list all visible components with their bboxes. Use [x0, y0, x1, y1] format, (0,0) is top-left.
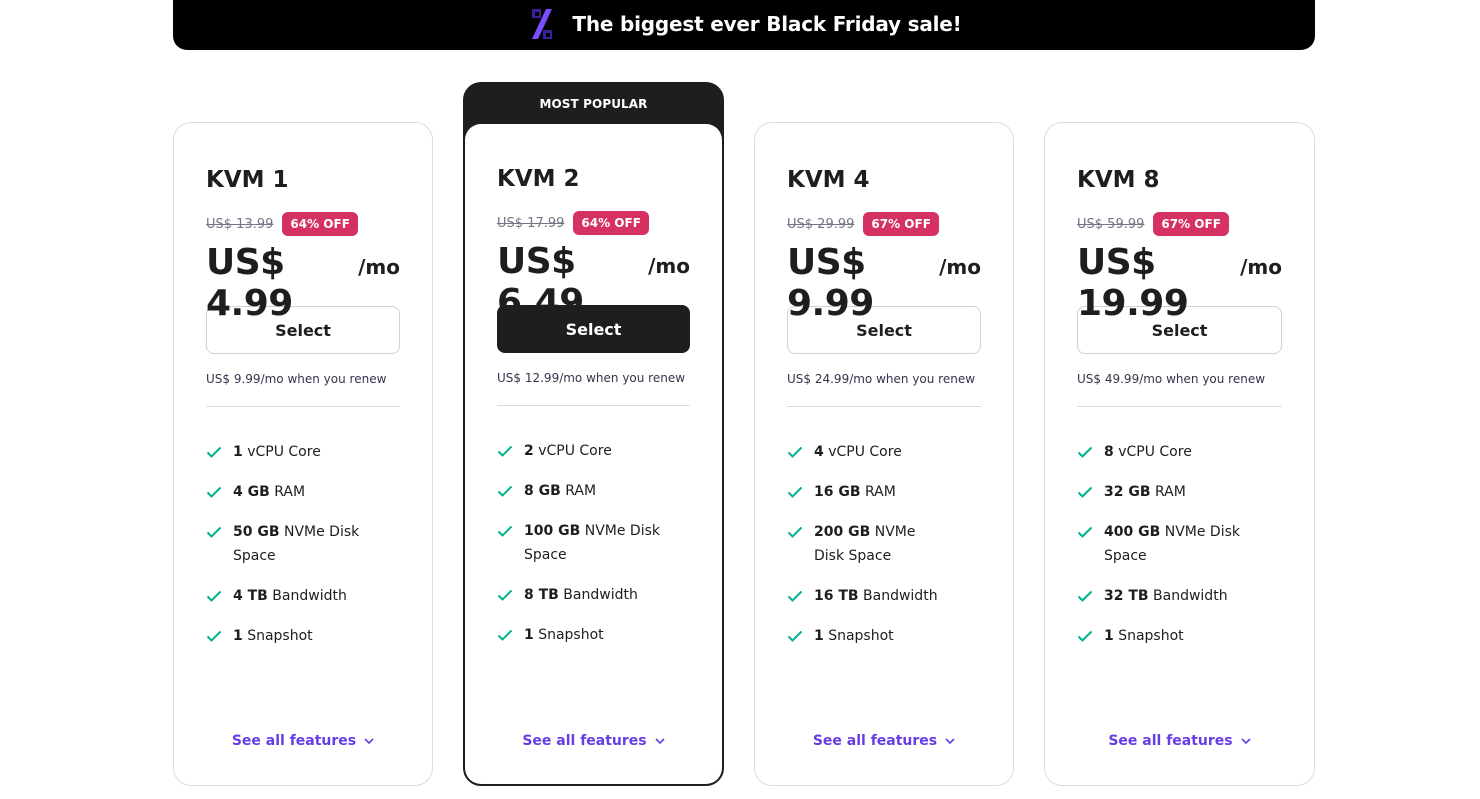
feature-item: 200 GB NVMe Disk Space [787, 520, 947, 568]
feature-item: 2 vCPU Core [497, 439, 690, 463]
plan-card-kvm-2: MOST POPULAR KVM 2 US$ 17.99 64% OFF US$… [463, 82, 724, 786]
chevron-down-icon [364, 738, 374, 744]
plan-card-kvm-4: KVM 4 US$ 29.99 67% OFF US$ 9.99 /mo Sel… [754, 122, 1014, 786]
plan-card-kvm-1: KVM 1 US$ 13.99 64% OFF US$ 4.99 /mo Sel… [173, 122, 433, 786]
price-period: /mo [648, 254, 690, 278]
check-icon [206, 584, 225, 608]
discount-badge: 64% OFF [573, 211, 649, 235]
check-icon [787, 584, 806, 608]
discount-badge: 67% OFF [863, 212, 939, 236]
feature-item: 8 TB Bandwidth [497, 583, 690, 607]
check-icon [206, 480, 225, 504]
discount-badge: 67% OFF [1153, 212, 1229, 236]
check-icon [206, 440, 225, 464]
check-icon [497, 479, 516, 503]
see-all-features-link[interactable]: See all features [755, 733, 1013, 749]
check-icon [787, 480, 806, 504]
feature-item: 1 vCPU Core [206, 440, 400, 464]
check-icon [1077, 440, 1096, 464]
see-all-label: See all features [1108, 733, 1233, 749]
check-icon [1077, 584, 1096, 608]
renew-price: US$ 9.99/mo when you renew [206, 372, 387, 386]
plan-price: US$ 9.99 [787, 242, 874, 324]
plan-card-kvm-8: KVM 8 US$ 59.99 67% OFF US$ 19.99 /mo Se… [1044, 122, 1315, 786]
check-icon [787, 624, 806, 648]
divider [1077, 406, 1282, 407]
discount-badge: 64% OFF [282, 212, 358, 236]
divider [787, 406, 981, 407]
plan-name: KVM 8 [1077, 167, 1160, 193]
check-icon [206, 624, 225, 648]
renew-price: US$ 24.99/mo when you renew [787, 372, 976, 386]
plan-price: US$ 6.49 [497, 241, 584, 323]
price-period: /mo [1240, 255, 1282, 279]
chevron-down-icon [655, 738, 665, 744]
feature-item: 4 vCPU Core [787, 440, 947, 464]
feature-list: 2 vCPU Core 8 GB RAM 100 GB NVMe Disk Sp… [497, 439, 690, 647]
feature-item: 32 GB RAM [1077, 480, 1282, 504]
renew-price: US$ 12.99/mo when you renew [497, 371, 686, 385]
plan-name: KVM 1 [206, 167, 289, 193]
feature-item: 4 TB Bandwidth [206, 584, 400, 608]
black-friday-banner: The biggest ever Black Friday sale! [173, 0, 1315, 50]
check-icon [497, 623, 516, 647]
feature-item: 50 GB NVMe Disk Space [206, 520, 400, 568]
feature-item: 16 TB Bandwidth [787, 584, 947, 608]
feature-item: 100 GB NVMe Disk Space [497, 519, 690, 567]
feature-list: 8 vCPU Core 32 GB RAM 400 GB NVMe Disk S… [1077, 440, 1282, 648]
divider [206, 406, 400, 407]
see-all-features-link[interactable]: See all features [465, 733, 722, 749]
see-all-label: See all features [231, 733, 357, 749]
chevron-down-icon [945, 738, 955, 744]
old-price: US$ 17.99 [497, 215, 565, 231]
feature-item: 4 GB RAM [206, 480, 400, 504]
check-icon [1077, 624, 1096, 648]
feature-list: 1 vCPU Core 4 GB RAM 50 GB NVMe Disk Spa… [206, 440, 400, 648]
check-icon [497, 583, 516, 607]
old-price: US$ 13.99 [206, 216, 274, 232]
feature-item: 400 GB NVMe Disk Space [1077, 520, 1282, 568]
feature-list: 4 vCPU Core 16 GB RAM 200 GB NVMe Disk S… [787, 440, 947, 648]
see-all-features-link[interactable]: See all features [174, 733, 432, 749]
check-icon [787, 520, 806, 544]
feature-item: 32 TB Bandwidth [1077, 584, 1282, 608]
renew-price: US$ 49.99/mo when you renew [1077, 372, 1266, 386]
price-period: /mo [939, 255, 981, 279]
check-icon [787, 440, 806, 464]
banner-text: The biggest ever Black Friday sale! [572, 12, 962, 36]
plan-name: KVM 4 [787, 167, 870, 193]
chevron-down-icon [1241, 738, 1251, 744]
feature-item: 1 Snapshot [787, 624, 947, 648]
check-icon [1077, 480, 1096, 504]
feature-item: 1 Snapshot [1077, 624, 1282, 648]
divider [497, 405, 690, 406]
see-all-label: See all features [812, 733, 938, 749]
plan-name: KVM 2 [497, 166, 580, 192]
feature-item: 1 Snapshot [497, 623, 690, 647]
price-period: /mo [358, 255, 400, 279]
check-icon [206, 520, 225, 544]
check-icon [497, 519, 516, 543]
plan-price: US$ 4.99 [206, 242, 293, 324]
feature-item: 16 GB RAM [787, 480, 947, 504]
check-icon [497, 439, 516, 463]
old-price: US$ 29.99 [787, 216, 855, 232]
old-price: US$ 59.99 [1077, 216, 1145, 232]
see-all-features-link[interactable]: See all features [1045, 733, 1314, 749]
check-icon [1077, 520, 1096, 544]
feature-item: 1 Snapshot [206, 624, 400, 648]
most-popular-label: MOST POPULAR [539, 97, 648, 111]
plan-price: US$ 19.99 [1077, 242, 1189, 324]
feature-item: 8 vCPU Core [1077, 440, 1282, 464]
see-all-label: See all features [522, 733, 647, 749]
percent-icon [532, 9, 553, 39]
feature-item: 8 GB RAM [497, 479, 690, 503]
